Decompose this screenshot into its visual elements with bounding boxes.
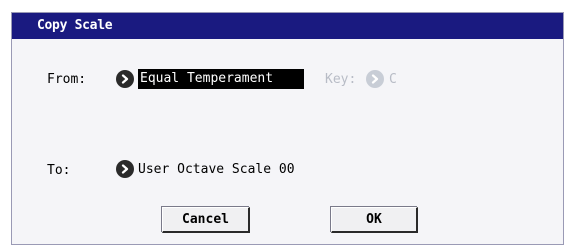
cancel-button-label: Cancel <box>182 212 229 227</box>
key-value: C <box>389 72 397 87</box>
chevron-right-icon <box>121 164 129 174</box>
to-label: To: <box>47 163 71 178</box>
ok-button-label: OK <box>366 212 382 227</box>
to-scale-value[interactable]: User Octave Scale 00 <box>136 160 316 180</box>
dialog-title: Copy Scale <box>37 18 113 33</box>
chevron-right-icon <box>371 74 379 84</box>
from-label: From: <box>47 72 87 87</box>
from-scale-text: Equal Temperament <box>140 71 274 86</box>
chevron-right-icon <box>121 74 129 84</box>
copy-scale-dialog: Copy Scale From: Equal Temperament Key: … <box>11 12 564 245</box>
from-scale-value[interactable]: Equal Temperament <box>138 69 304 89</box>
from-popup-button[interactable] <box>116 70 134 88</box>
dialog-titlebar: Copy Scale <box>12 13 563 39</box>
to-popup-button[interactable] <box>116 160 134 178</box>
cancel-button[interactable]: Cancel <box>162 207 250 233</box>
key-label: Key: <box>325 72 357 87</box>
ok-button[interactable]: OK <box>331 207 418 233</box>
key-popup-button[interactable] <box>366 70 384 88</box>
to-scale-text: User Octave Scale 00 <box>138 162 295 177</box>
